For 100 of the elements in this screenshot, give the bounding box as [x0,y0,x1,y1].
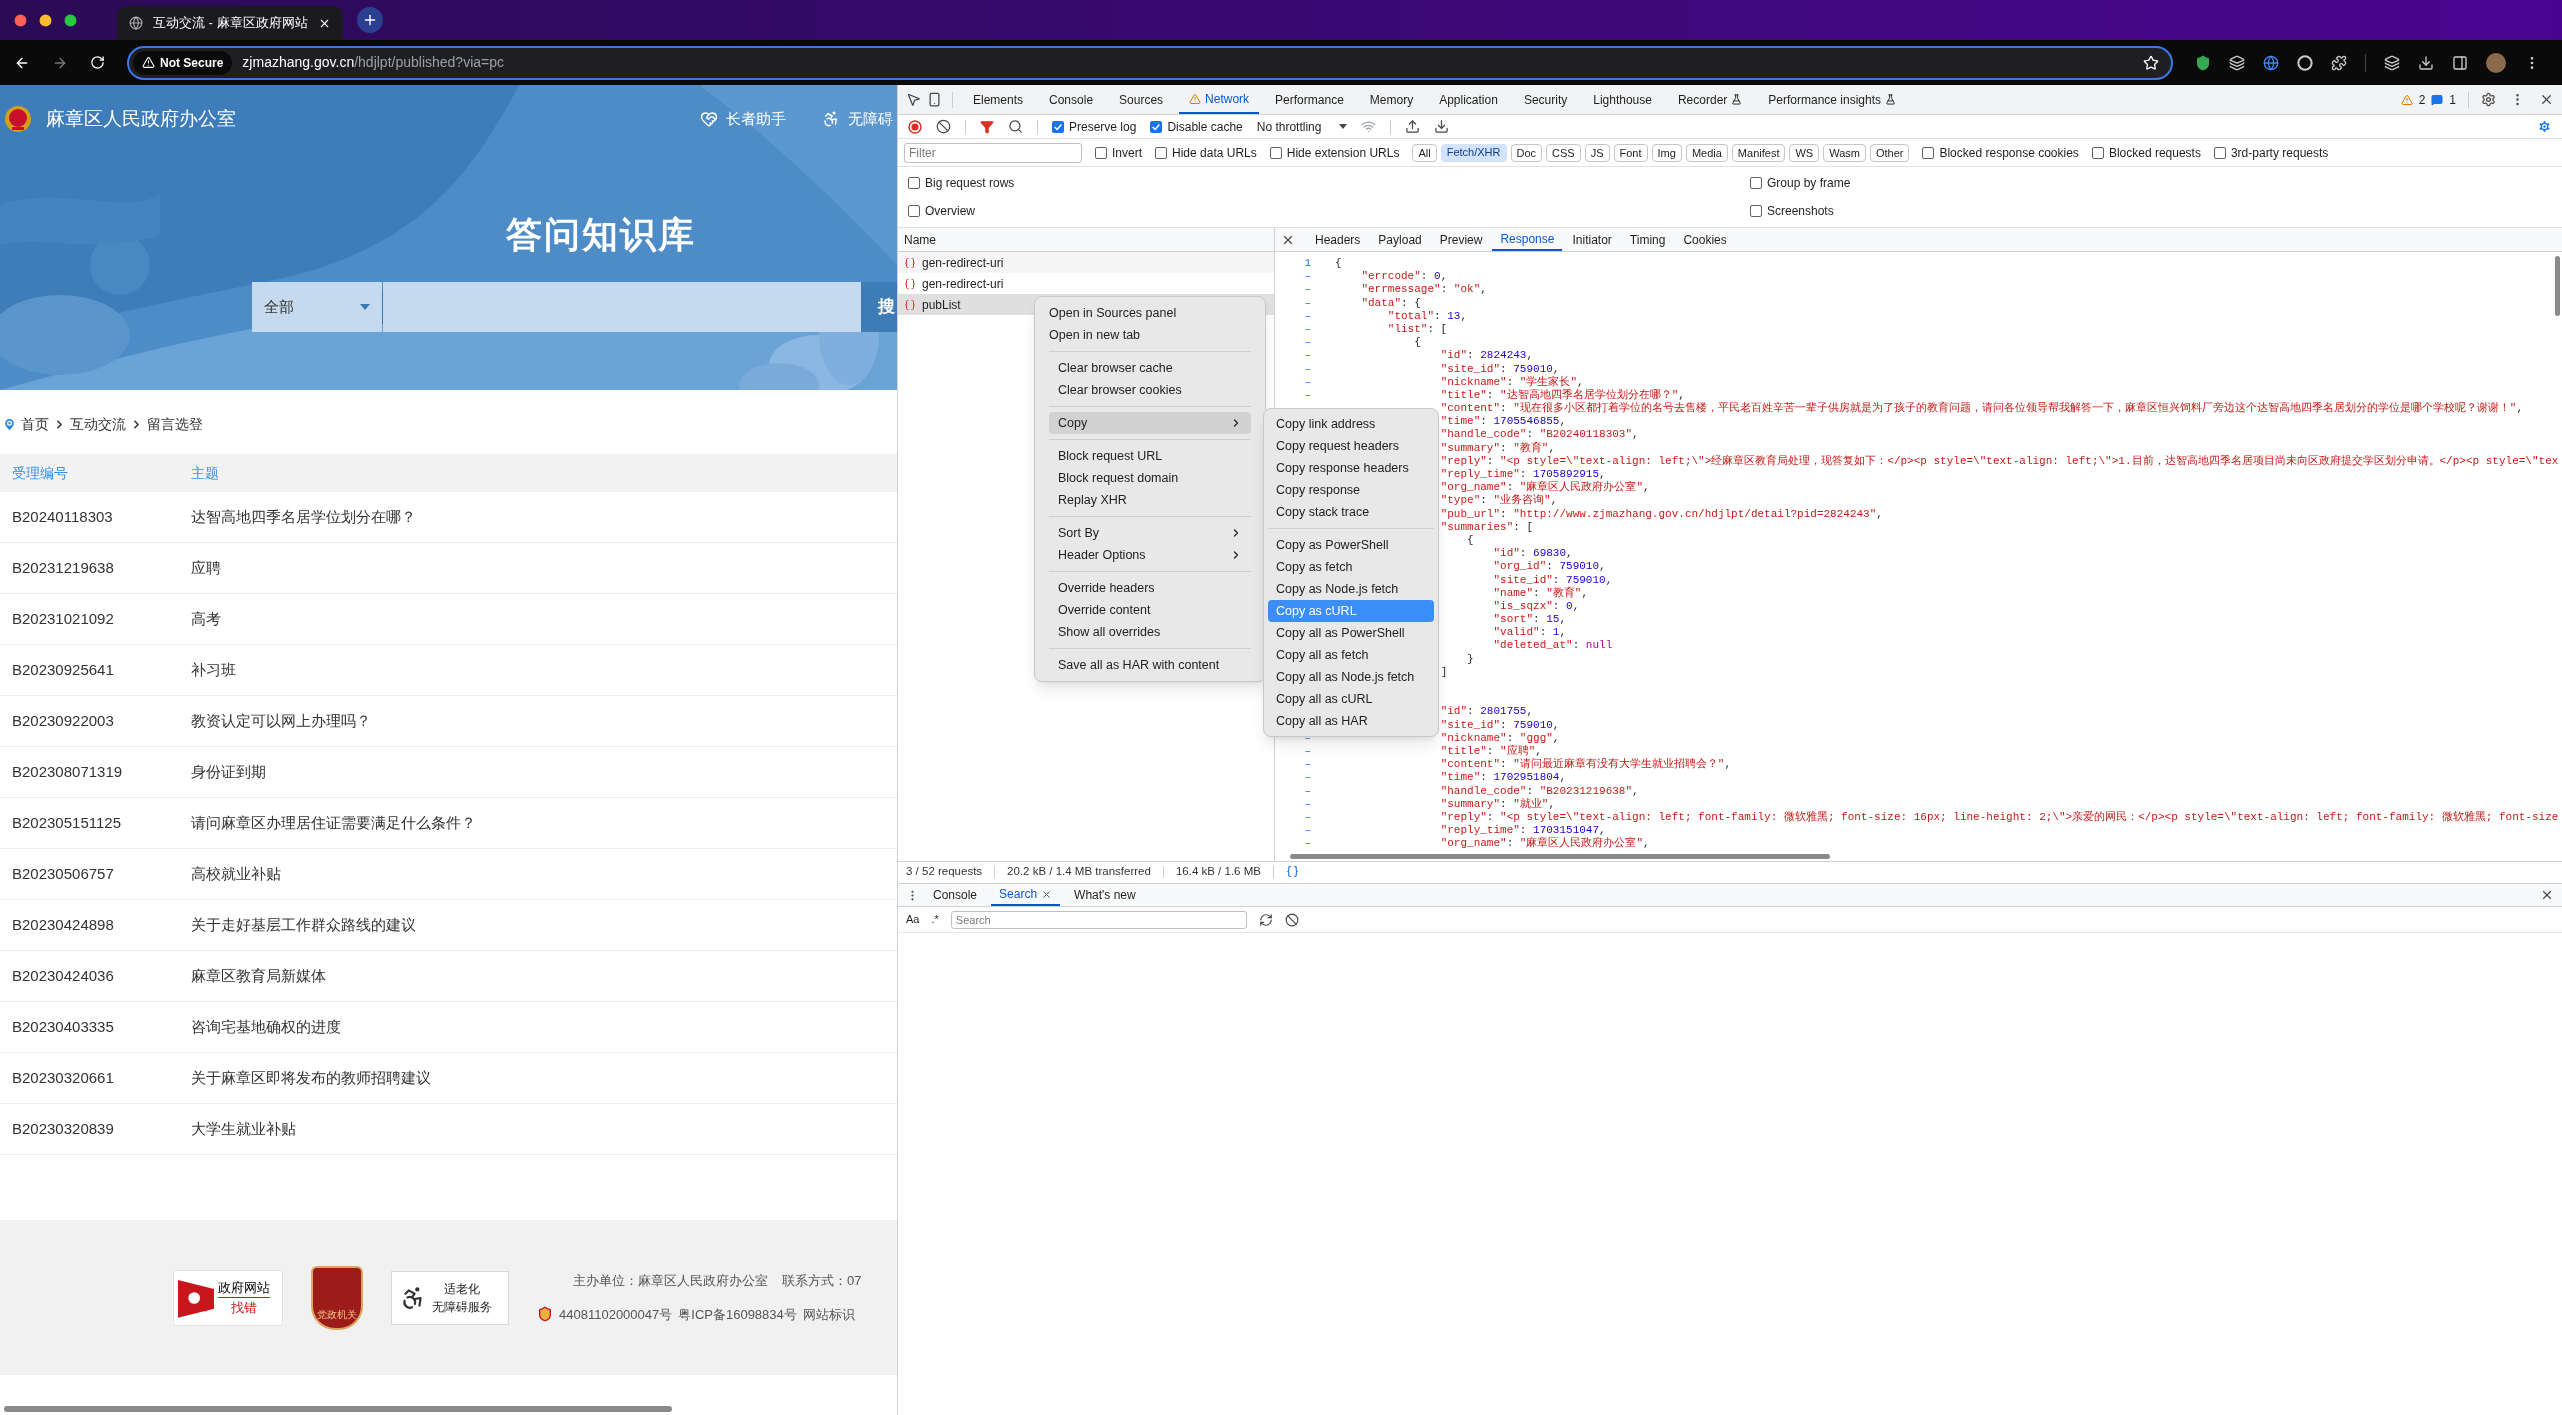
device-toolbar-icon[interactable] [927,92,942,107]
minimize-window-icon[interactable] [39,13,52,27]
type-filter-button[interactable]: Other [1869,143,1910,162]
search-field[interactable] [383,282,861,332]
throttling-select[interactable]: No throttling [1256,117,1348,136]
close-window-icon[interactable] [14,13,27,27]
menu-item[interactable]: Copy response [1268,479,1434,501]
table-cell[interactable]: 请问麻章区办理居住证需要满足什么条件？ [180,811,476,835]
reload-icon[interactable] [90,55,105,70]
scope-select[interactable]: 全部 [252,282,382,332]
type-filter-button[interactable]: Fetch/XHR [1440,143,1507,162]
reading-list-icon[interactable] [2384,54,2400,71]
table-cell[interactable]: 咨询宅基地确权的进度 [180,1015,341,1039]
type-filter-button[interactable]: Doc [1510,143,1543,162]
export-icon[interactable] [1434,119,1450,134]
devtools-tab[interactable]: Performance insights [1758,85,1907,114]
table-cell[interactable]: 高校就业补贴 [180,862,281,886]
detail-tab[interactable]: Initiator [1564,228,1620,251]
menu-item[interactable]: Open in new tab [1040,324,1260,346]
devtools-tab[interactable]: Sources [1109,85,1174,114]
table-cell[interactable]: 达智高地四季名居学位划分在哪？ [180,505,416,529]
detail-tab[interactable]: Cookies [1675,228,1735,251]
menu-item[interactable]: Clear browser cookies [1049,379,1251,401]
bookmark-star-icon[interactable] [2143,54,2159,71]
record-number[interactable]: 44081102000047号 [559,1304,673,1324]
type-filter-button[interactable]: WS [1789,143,1820,162]
devtools-tab[interactable]: Lighthouse [1583,85,1662,114]
scrollbar-thumb[interactable] [1290,854,1830,859]
devtools-tab[interactable]: Application [1429,85,1508,114]
new-tab-button[interactable] [357,7,383,33]
menu-item[interactable]: Copy all as Node.js fetch [1268,666,1434,688]
checkbox[interactable] [2091,146,2104,159]
checkbox[interactable] [1922,146,1935,159]
drawer-tab[interactable]: Search [991,884,1061,906]
menu-item[interactable]: Copy request headers [1268,435,1434,457]
type-filter-button[interactable]: Img [1651,143,1682,162]
search-button[interactable]: 搜 [861,282,897,332]
detail-tab[interactable]: Preview [1431,228,1491,251]
table-cell[interactable]: 教资认定可以网上办理吗？ [180,709,371,733]
checkbox[interactable] [1750,177,1762,189]
breadcrumb-link[interactable]: 互动交流 [70,413,126,435]
side-panel-icon[interactable] [2452,54,2468,71]
devtools-tab[interactable]: Recorder [1667,85,1753,114]
checkbox[interactable] [2213,146,2226,159]
extensions-icon[interactable] [2331,54,2347,71]
menu-item[interactable]: Sort By [1049,522,1251,544]
menu-item[interactable]: Open in Sources panel [1040,302,1260,324]
table-cell[interactable]: 大学生就业补贴 [180,1117,296,1141]
checkbox[interactable] [1095,146,1107,159]
extension-icon[interactable] [2195,54,2211,71]
type-filter-button[interactable]: Manifest [1731,143,1786,162]
table-cell[interactable]: 身份证到期 [180,760,266,784]
type-filter-button[interactable]: Wasm [1823,143,1866,162]
menu-item[interactable]: Copy all as PowerShell [1268,622,1434,644]
address-bar[interactable]: Not Secure zjmazhang.gov.cn/hdjlpt/published?via=pc [127,45,2173,80]
request-row[interactable]: gen-redirect-uri [898,273,1274,294]
warning-count[interactable]: 2 [2418,90,2426,109]
extension-icon[interactable] [2229,54,2245,71]
icp-number[interactable]: 粤ICP备16098834号 [678,1304,797,1324]
detail-tab[interactable]: Timing [1621,228,1674,251]
scrollbar-thumb[interactable] [4,1406,672,1412]
error-report-badge[interactable]: 政府网站 找错 [173,1269,283,1326]
devtools-tab[interactable]: Performance [1265,85,1354,114]
elder-service-badge[interactable]: 适老化 无障碍服务 [391,1270,509,1325]
translate-icon[interactable] [2263,54,2279,71]
checkbox[interactable] [1052,120,1064,133]
clear-icon[interactable] [936,119,951,134]
table-cell[interactable]: 关于麻章区即将发布的教师招聘建议 [180,1066,431,1090]
breadcrumb-link[interactable]: 留言选登 [147,413,203,435]
menu-item[interactable]: Copy all as cURL [1268,688,1434,710]
close-tab-icon[interactable] [1041,888,1053,900]
breadcrumb-link[interactable]: 首页 [21,413,49,435]
search-icon[interactable] [1008,119,1023,134]
checkbox[interactable] [908,177,920,189]
pretty-print-icon[interactable] [1285,865,1299,878]
avatar[interactable] [2486,52,2506,73]
search-field[interactable]: Search [950,910,1247,929]
column-header[interactable]: Name [904,230,936,249]
menu-item[interactable]: Override content [1049,599,1251,621]
table-cell[interactable]: 麻章区教育局新媒体 [180,964,326,988]
type-filter-button[interactable]: All [1412,143,1437,162]
type-filter-button[interactable]: Media [1685,143,1728,162]
devtools-tab[interactable]: Memory [1359,85,1424,114]
regex-toggle[interactable]: .* [931,911,939,928]
checkbox[interactable] [1150,120,1163,133]
network-conditions-icon[interactable] [1361,119,1377,134]
refresh-icon[interactable] [1258,912,1273,927]
drawer-tab[interactable]: Console [925,884,986,906]
menu-item[interactable]: Copy all as fetch [1268,644,1434,666]
close-icon[interactable] [2539,92,2554,107]
import-icon[interactable] [1405,119,1421,134]
checkbox[interactable] [1155,146,1167,159]
checkbox[interactable] [1269,146,1282,159]
menu-item[interactable]: Copy as PowerShell [1268,534,1434,556]
scrollbar-thumb[interactable] [2555,256,2560,316]
menu-item[interactable]: Copy stack trace [1268,501,1434,523]
match-case-toggle[interactable]: Aa [906,911,920,928]
checkbox[interactable] [1750,205,1762,217]
checkbox[interactable] [908,205,920,217]
detail-tab[interactable]: Headers [1307,228,1369,251]
